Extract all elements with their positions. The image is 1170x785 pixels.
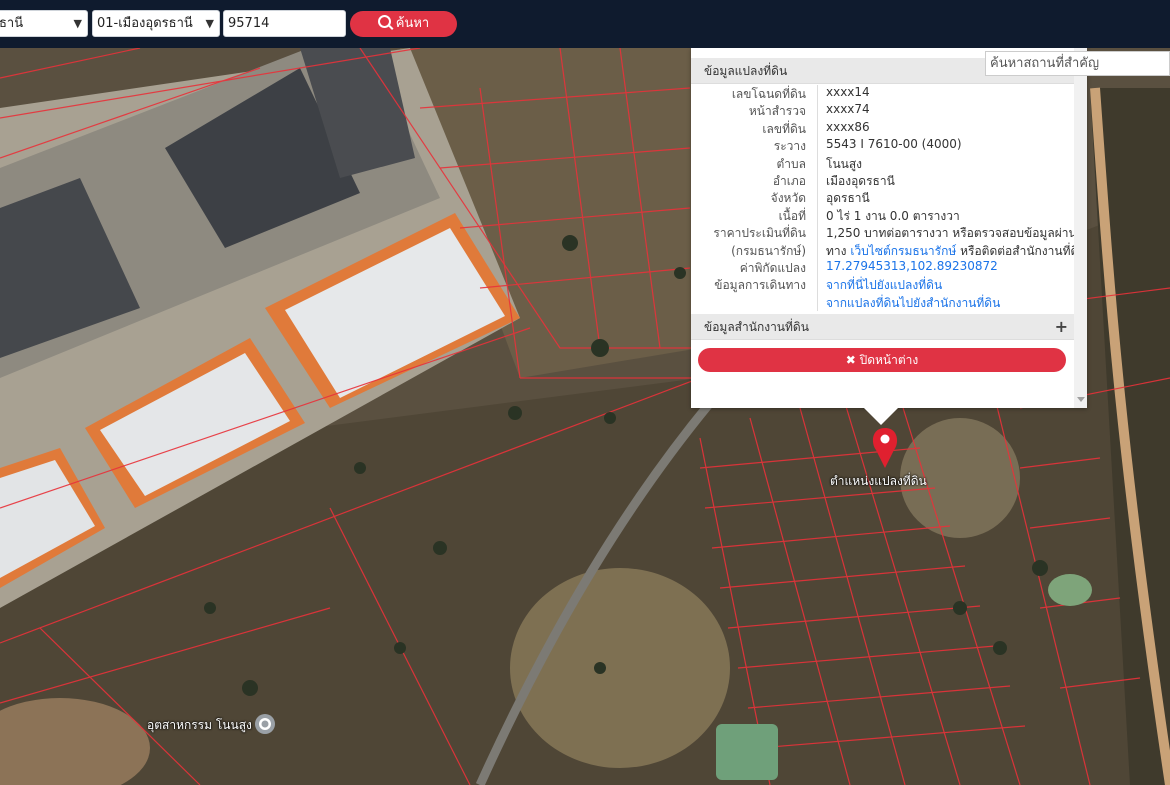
close-button-label: ปิดหน้าต่าง — [859, 353, 919, 367]
coordinates-link[interactable]: 17.27945313,102.89230872 — [826, 259, 998, 273]
directions-to-parcel-link[interactable]: จากที่นี่ไปยังแปลงที่ดิน — [826, 278, 942, 292]
field-district: อำเภอ เมืองอุดรธานี — [691, 172, 1074, 189]
field-province: จังหวัด อุดรธานี — [691, 189, 1074, 206]
office-info-section-header[interactable]: ข้อมูลสำนักงานที่ดิน + — [691, 314, 1074, 340]
popup-pointer — [864, 408, 898, 425]
field-label: เลขที่ดิน — [762, 121, 806, 136]
search-icon — [377, 15, 391, 28]
treasury-website-link[interactable]: เว็บไซต์กรมธนารักษ์ — [850, 244, 956, 258]
field-value: อุดรธานี — [826, 191, 870, 206]
province-select-value: ธานี — [0, 16, 24, 31]
field-value-suffix: หรือติดต่อสำนักงานที่ดิน — [960, 243, 1074, 258]
field-treasury: (กรมธนารักษ์) ทาง เว็บไซต์กรมธนารักษ์ หร… — [691, 242, 1074, 259]
field-label: เลขโฉนดที่ดิน — [731, 87, 806, 101]
parcel-info-popup: ข้อมูลแปลงที่ดิน เลขโฉนดที่ดิน xxxx14 หน… — [691, 48, 1087, 425]
parcel-number-input[interactable]: 95714 — [223, 10, 346, 37]
place-search-placeholder: ค้นหาสถานที่สำคัญ — [990, 56, 1100, 71]
field-directions-office: จากแปลงที่ดินไปยังสำนักงานที่ดิน — [691, 294, 1074, 311]
parcel-number-value: 95714 — [228, 16, 270, 31]
popup-scrollbar[interactable] — [1074, 48, 1087, 408]
search-button-label: ค้นหา — [395, 16, 430, 31]
close-icon: ✖ — [845, 353, 856, 367]
location-dot-icon — [255, 714, 275, 734]
field-value: 5543 I 7610-00 (4000) — [826, 137, 962, 152]
field-label: ค่าพิกัดแปลง — [739, 260, 806, 275]
field-value: xxxx14 — [826, 85, 870, 99]
field-label: หน้าสำรวจ — [748, 104, 806, 119]
place-search-input[interactable]: ค้นหาสถานที่สำคัญ — [985, 51, 1170, 76]
top-toolbar: ธานี ▼ 01-เมืองอุดรธานี ▼ 95714 ค้นหา — [0, 0, 1170, 48]
parcel-pin-label: ตำแหน่งแปลงที่ดิน — [830, 474, 927, 488]
field-value: 1,250 บาทต่อตารางวา หรือตรวจสอบข้อมูลผ่า… — [826, 226, 1074, 241]
district-select-value: 01-เมืองอุดรธานี — [97, 16, 193, 31]
field-value: xxxx74 — [826, 102, 870, 117]
field-coordinates: ค่าพิกัดแปลง 17.27945313,102.89230872 — [691, 259, 1074, 276]
office-info-section-title: ข้อมูลสำนักงานที่ดิน — [704, 320, 809, 334]
field-value: 0 ไร่ 1 งาน 0.0 ตารางวา — [826, 208, 960, 223]
field-label: อำเภอ — [772, 173, 806, 188]
field-appraisal: ราคาประเมินที่ดิน 1,250 บาทต่อตารางวา หร… — [691, 224, 1074, 241]
field-value: โนนสูง — [826, 156, 863, 171]
field-value: ทาง เว็บไซต์กรมธนารักษ์ หรือติดต่อสำนักง… — [826, 242, 1074, 261]
parcel-info-section-title: ข้อมูลแปลงที่ดิน — [704, 64, 788, 78]
field-deed-number: เลขโฉนดที่ดิน xxxx14 — [691, 85, 1074, 102]
field-label: ข้อมูลการเดินทาง — [714, 278, 806, 293]
scroll-down-arrow-icon[interactable] — [1077, 397, 1085, 402]
field-sheet: ระวาง 5543 I 7610-00 (4000) — [691, 137, 1074, 154]
field-directions: ข้อมูลการเดินทาง จากที่นี่ไปยังแปลงที่ดิ… — [691, 276, 1074, 293]
field-label: ตำบล — [776, 156, 806, 171]
expand-plus-icon[interactable]: + — [1055, 314, 1068, 340]
field-value: เมืองอุดรธานี — [826, 173, 895, 188]
chevron-down-icon: ▼ — [205, 17, 214, 30]
field-label: ราคาประเมินที่ดิน — [713, 226, 806, 241]
close-popup-button[interactable]: ✖ ปิดหน้าต่าง — [698, 348, 1066, 372]
field-label: (กรมธนารักษ์) — [731, 243, 806, 258]
field-area: เนื้อที่ 0 ไร่ 1 งาน 0.0 ตารางวา — [691, 207, 1074, 224]
field-label: เนื้อที่ — [778, 208, 806, 223]
field-label: ระวาง — [773, 139, 806, 154]
field-value-prefix: ทาง — [826, 243, 847, 258]
parcel-fields: เลขโฉนดที่ดิน xxxx14 หน้าสำรวจ xxxx74 เล… — [691, 85, 1074, 311]
field-land-number: เลขที่ดิน xxxx86 — [691, 120, 1074, 137]
poi-label: อุตสาหกรรม โนนสูง — [147, 718, 252, 732]
province-select[interactable]: ธานี ▼ — [0, 10, 88, 37]
field-subdistrict: ตำบล โนนสูง — [691, 155, 1074, 172]
directions-to-office-link[interactable]: จากแปลงที่ดินไปยังสำนักงานที่ดิน — [826, 296, 1000, 310]
chevron-down-icon: ▼ — [73, 17, 82, 30]
field-label: จังหวัด — [770, 191, 806, 206]
field-value: xxxx86 — [826, 119, 870, 134]
search-button[interactable]: ค้นหา — [350, 11, 457, 37]
district-select[interactable]: 01-เมืองอุดรธานี ▼ — [92, 10, 220, 37]
field-survey-page: หน้าสำรวจ xxxx74 — [691, 102, 1074, 119]
